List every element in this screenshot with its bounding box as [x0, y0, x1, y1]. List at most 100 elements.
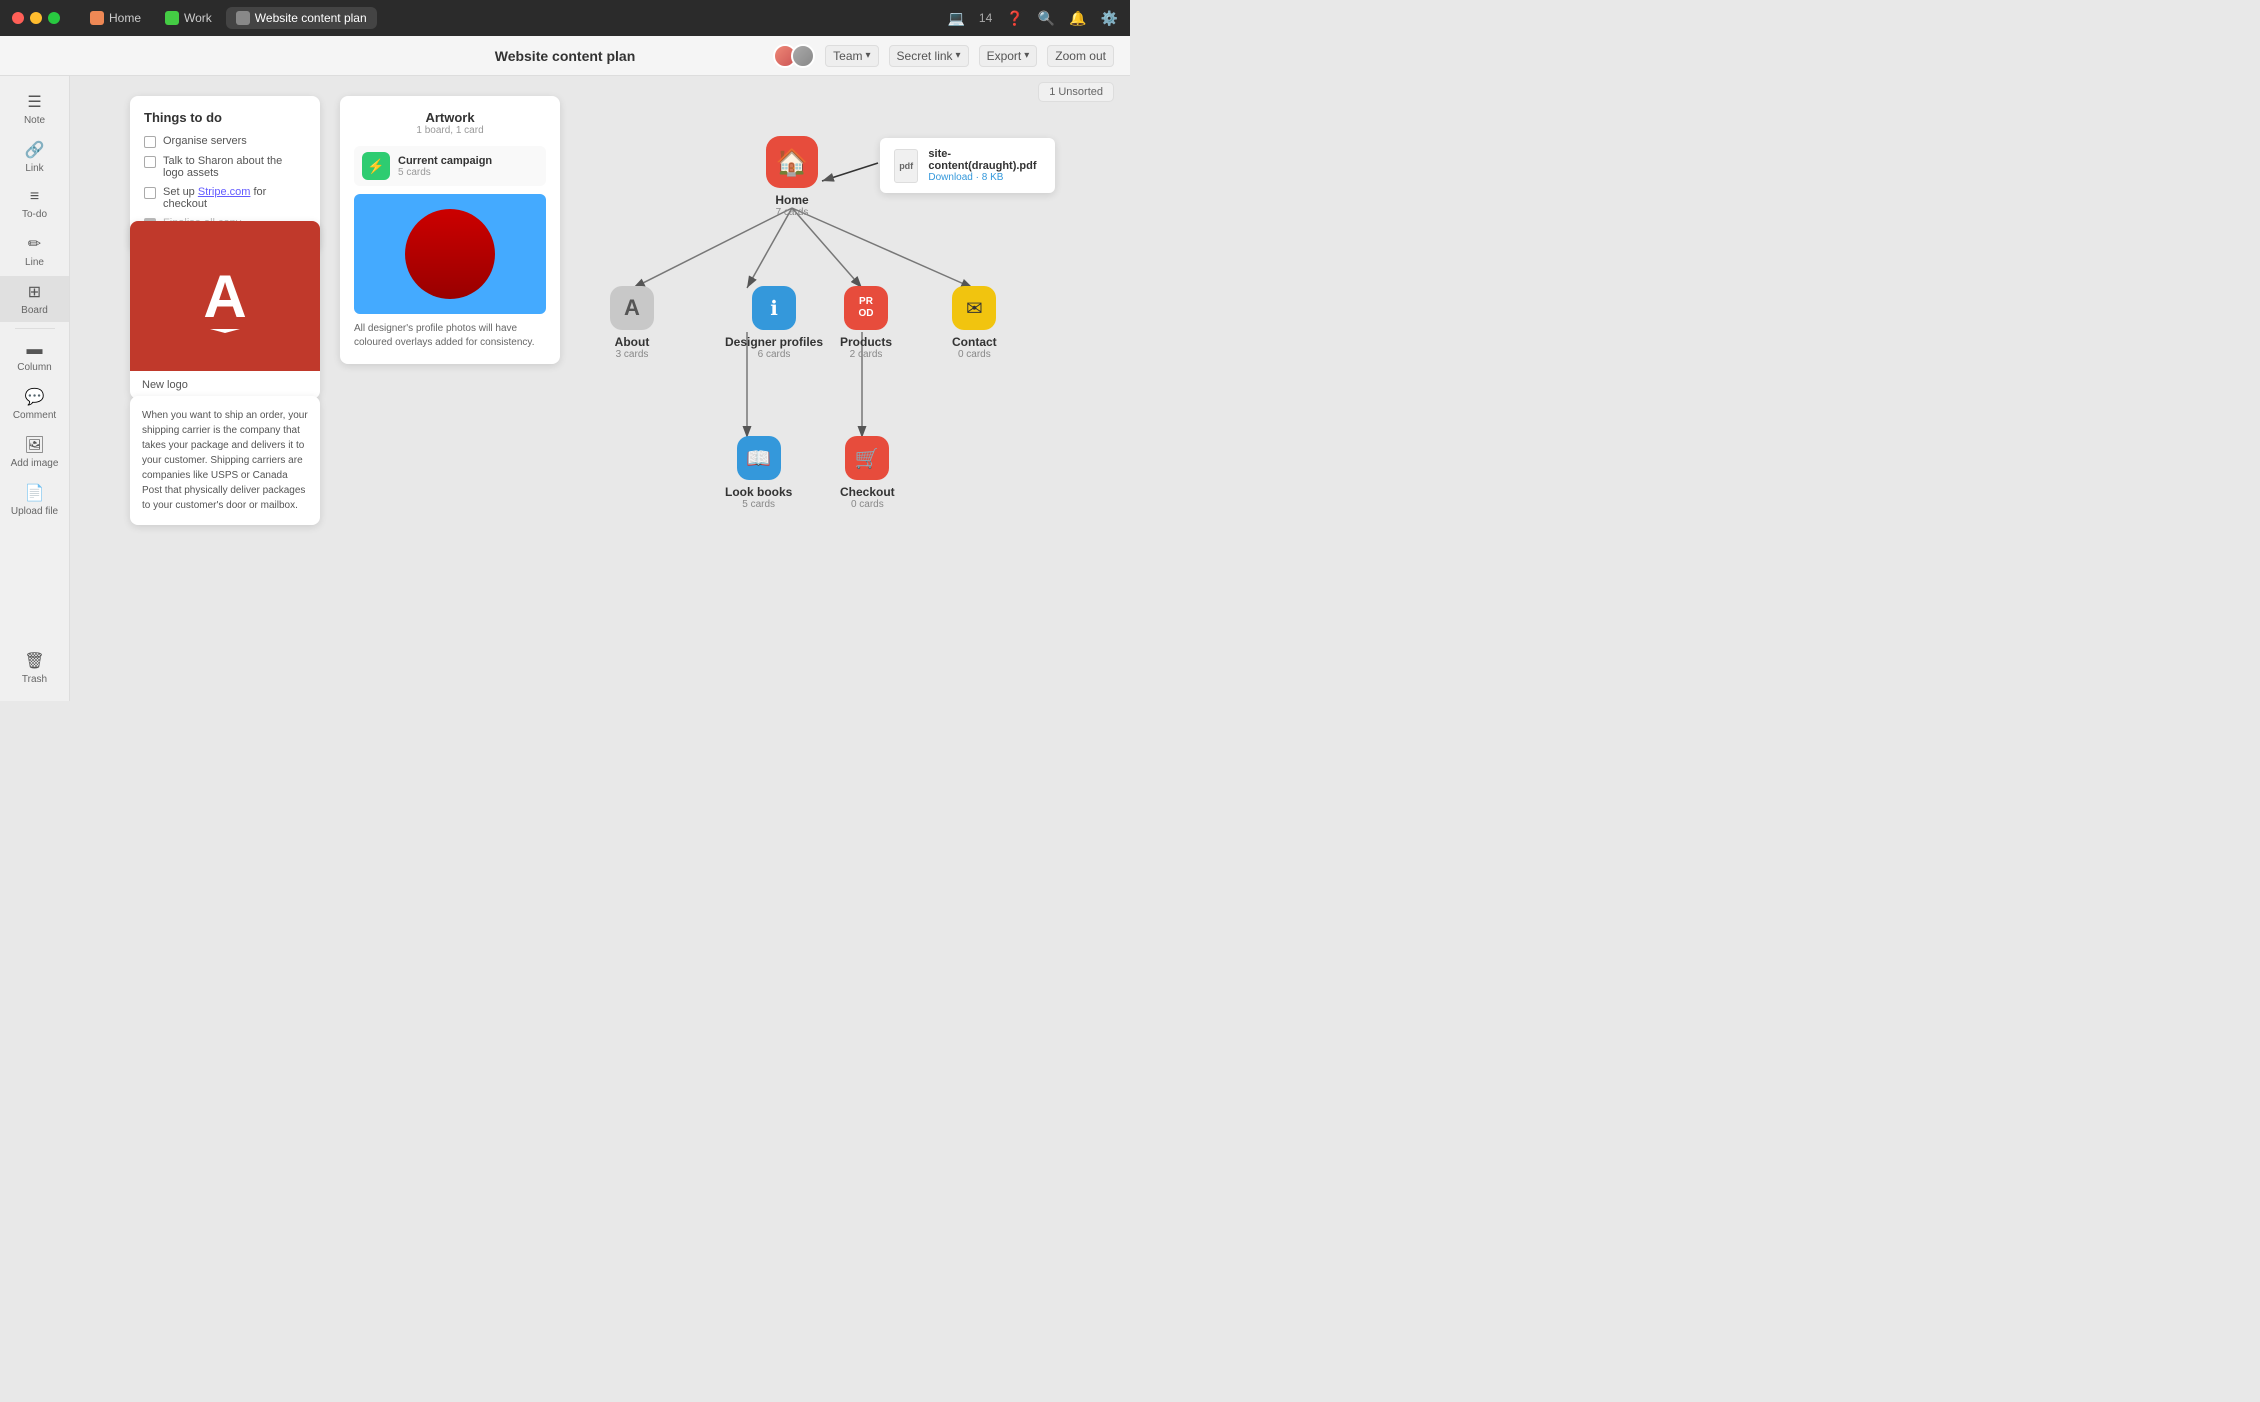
comment-icon: 💬 — [25, 387, 45, 407]
checkout-node-icon: 🛒 — [845, 436, 889, 480]
campaign-name: Current campaign — [398, 155, 492, 167]
tab-home[interactable]: Home — [80, 7, 151, 29]
logo-image: A — [130, 221, 320, 371]
designer-node[interactable]: ℹ Designer profiles 6 cards — [725, 286, 823, 360]
home-tab-icon — [90, 11, 104, 25]
team-chevron-icon: ▾ — [865, 50, 870, 61]
search-icon[interactable]: 🔍 — [1038, 10, 1055, 27]
text-content: When you want to ship an order, your shi… — [142, 408, 308, 513]
checkout-node-count: 0 cards — [851, 499, 884, 510]
maximize-button[interactable] — [48, 12, 60, 24]
board-icon: ⊞ — [28, 282, 41, 302]
minimize-button[interactable] — [30, 12, 42, 24]
lookbooks-node-count: 5 cards — [742, 499, 775, 510]
logo-card[interactable]: A New logo — [130, 221, 320, 399]
contact-node[interactable]: ✉ Contact 0 cards — [952, 286, 997, 360]
text-card[interactable]: When you want to ship an order, your shi… — [130, 396, 320, 525]
artwork-subtitle: 1 board, 1 card — [354, 125, 546, 136]
sidebar-item-comment[interactable]: 💬 Comment — [0, 381, 69, 427]
trash-label: Trash — [22, 674, 47, 685]
lookbooks-node-icon: 📖 — [737, 436, 781, 480]
lookbooks-node[interactable]: 📖 Look books 5 cards — [725, 436, 792, 510]
zoom-out-button[interactable]: Zoom out — [1047, 45, 1114, 67]
campaign-item[interactable]: ⚡ Current campaign 5 cards — [354, 146, 546, 186]
pdf-icon-label: pdf — [899, 161, 913, 171]
add-image-icon: 🖼 — [24, 435, 44, 455]
checkout-node[interactable]: 🛒 Checkout 0 cards — [840, 436, 895, 510]
sidebar-item-add-image[interactable]: 🖼 Add image — [0, 429, 69, 475]
team-avatars — [773, 44, 815, 68]
titlebar-right: 💻 14 ❓ 🔍 🔔 ⚙️ — [947, 10, 1118, 27]
pdf-filename: site-content(draught).pdf — [928, 148, 1041, 172]
bell-icon[interactable]: 🔔 — [1069, 10, 1086, 27]
secret-link-button[interactable]: Secret link ▾ — [889, 45, 969, 67]
team-label: Team — [833, 49, 862, 63]
todo-item-1: Organise servers — [144, 135, 306, 148]
products-node[interactable]: PROD Products 2 cards — [840, 286, 892, 360]
checkbox-3[interactable] — [144, 187, 156, 199]
designer-node-count: 6 cards — [758, 349, 791, 360]
designer-node-icon: ℹ — [752, 286, 796, 330]
designer-node-label: Designer profiles — [725, 335, 823, 349]
checkbox-1[interactable] — [144, 136, 156, 148]
close-button[interactable] — [12, 12, 24, 24]
canvas[interactable]: 1 Unsorted Things to do Organise servers… — [70, 76, 1130, 701]
sidebar-item-line[interactable]: ✏ Line — [0, 228, 69, 274]
home-node-label: Home — [775, 193, 808, 207]
column-icon: ▬ — [27, 341, 43, 359]
home-node-icon: 🏠 — [766, 136, 818, 188]
traffic-lights — [12, 12, 60, 24]
sidebar-item-upload-file[interactable]: 📄 Upload file — [0, 477, 69, 523]
todo-label: To-do — [22, 209, 47, 220]
sidebar-item-link[interactable]: 🔗 Link — [0, 134, 69, 180]
work-tab-icon — [165, 11, 179, 25]
home-node-count: 7 cards — [776, 207, 809, 218]
gear-icon[interactable]: ⚙️ — [1101, 10, 1118, 27]
upload-file-label: Upload file — [11, 506, 58, 517]
tab-website-content-plan[interactable]: Website content plan — [226, 7, 377, 29]
products-node-count: 2 cards — [850, 349, 883, 360]
todo-card-title: Things to do — [144, 110, 306, 125]
pdf-icon: pdf — [894, 149, 918, 183]
sidebar-item-column[interactable]: ▬ Column — [0, 335, 69, 379]
line-label: Line — [25, 257, 44, 268]
todo-text-3: Set up Stripe.com for checkout — [163, 186, 306, 210]
photo-person — [405, 209, 495, 299]
note-label: Note — [24, 115, 45, 126]
sidebar-divider — [15, 328, 55, 329]
team-button[interactable]: Team ▾ — [825, 45, 878, 67]
tab-work[interactable]: Work — [155, 7, 222, 29]
pdf-card[interactable]: pdf site-content(draught).pdf Download ·… — [880, 138, 1055, 193]
device-icon[interactable]: 💻 — [947, 10, 964, 27]
line-icon: ✏ — [28, 234, 41, 254]
checkout-node-label: Checkout — [840, 485, 895, 499]
stripe-link[interactable]: Stripe.com — [198, 186, 251, 198]
contact-node-label: Contact — [952, 335, 997, 349]
pdf-download-link[interactable]: Download · 8 KB — [928, 172, 1041, 183]
sidebar-item-todo[interactable]: ≡ To-do — [0, 182, 69, 226]
secret-link-chevron-icon: ▾ — [956, 50, 961, 61]
logo-label: New logo — [130, 371, 320, 399]
artwork-card[interactable]: Artwork 1 board, 1 card ⚡ Current campai… — [340, 96, 560, 364]
contact-node-count: 0 cards — [958, 349, 991, 360]
contact-node-icon: ✉ — [952, 286, 996, 330]
zoom-out-label: Zoom out — [1055, 49, 1106, 63]
board-label: Board — [21, 305, 48, 316]
secret-link-label: Secret link — [897, 49, 953, 63]
sidebar: ☰ Note 🔗 Link ≡ To-do ✏ Line ⊞ Board ▬ C… — [0, 76, 70, 701]
menubar: Website content plan Team ▾ Secret link … — [0, 36, 1130, 76]
sidebar-item-board[interactable]: ⊞ Board — [0, 276, 69, 322]
trash-icon: 🗑 — [24, 651, 44, 671]
sidebar-item-trash[interactable]: 🗑 Trash — [22, 645, 47, 691]
export-button[interactable]: Export ▾ — [979, 45, 1038, 67]
todo-item-2: Talk to Sharon about the logo assets — [144, 155, 306, 179]
artwork-photo — [354, 194, 546, 314]
home-node[interactable]: 🏠 Home 7 cards — [766, 136, 818, 218]
sidebar-item-note[interactable]: ☰ Note — [0, 86, 69, 132]
help-icon[interactable]: ❓ — [1006, 10, 1023, 27]
checkbox-2[interactable] — [144, 156, 156, 168]
artwork-title: Artwork — [354, 110, 546, 125]
about-node[interactable]: A About 3 cards — [610, 286, 654, 360]
export-chevron-icon: ▾ — [1024, 50, 1029, 61]
tab-work-label: Work — [184, 11, 212, 25]
